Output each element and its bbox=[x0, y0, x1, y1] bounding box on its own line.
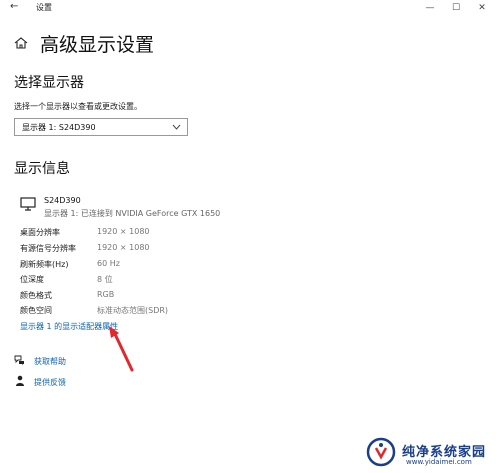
window-title: 设置 bbox=[36, 3, 52, 12]
watermark-logo-icon bbox=[366, 437, 396, 467]
info-value-color-format: RGB bbox=[97, 290, 115, 299]
feedback-link[interactable]: 提供反馈 bbox=[34, 377, 66, 388]
select-display-hint: 选择一个显示器以查看或更改设置。 bbox=[14, 102, 142, 111]
feedback-icon bbox=[16, 375, 24, 386]
select-display-heading: 选择显示器 bbox=[14, 75, 84, 91]
get-help-link[interactable]: 获取帮助 bbox=[34, 356, 66, 367]
monitor-description: 显示器 1: 已连接到 NVIDIA GeForce GTX 1650 bbox=[44, 209, 221, 218]
info-value-color-space: 标准动态范围(SDR) bbox=[97, 306, 169, 315]
monitor-icon bbox=[20, 197, 36, 211]
back-arrow-icon[interactable]: ← bbox=[10, 1, 18, 12]
monitor-name: S24D390 bbox=[44, 196, 81, 205]
display-adapter-properties-link[interactable]: 显示器 1 的显示适配器属性 bbox=[20, 321, 118, 332]
minimize-button[interactable]: — bbox=[420, 1, 440, 15]
info-label-bit-depth: 位深度 bbox=[20, 275, 44, 284]
info-value-refresh-rate: 60 Hz bbox=[97, 259, 120, 268]
display-info-heading: 显示信息 bbox=[14, 161, 70, 177]
display-select-dropdown[interactable]: 显示器 1: S24D390 bbox=[14, 118, 188, 136]
watermark-url: www.yidaimei.com bbox=[406, 458, 472, 466]
info-label-active-signal-resolution: 有源信号分辨率 bbox=[20, 244, 76, 253]
home-icon[interactable] bbox=[14, 37, 28, 49]
dropdown-selected-value: 显示器 1: S24D390 bbox=[22, 123, 96, 132]
page-title: 高级显示设置 bbox=[40, 34, 155, 56]
info-label-refresh-rate: 刷新频率(Hz) bbox=[20, 260, 69, 269]
chevron-down-icon bbox=[172, 124, 181, 130]
red-arrow-annotation bbox=[109, 326, 134, 372]
info-label-color-space: 颜色空间 bbox=[20, 306, 52, 315]
close-button[interactable]: ✕ bbox=[472, 1, 492, 15]
maximize-button[interactable]: ☐ bbox=[446, 1, 466, 15]
title-bar: ← 设置 — ☐ ✕ bbox=[0, 0, 500, 16]
get-help-icon bbox=[14, 355, 24, 365]
info-value-active-signal-resolution: 1920 × 1080 bbox=[97, 243, 150, 252]
info-label-desktop-resolution: 桌面分辨率 bbox=[20, 228, 60, 237]
info-value-desktop-resolution: 1920 × 1080 bbox=[97, 227, 150, 236]
info-label-color-format: 颜色格式 bbox=[20, 291, 52, 300]
info-value-bit-depth: 8 位 bbox=[97, 275, 113, 284]
